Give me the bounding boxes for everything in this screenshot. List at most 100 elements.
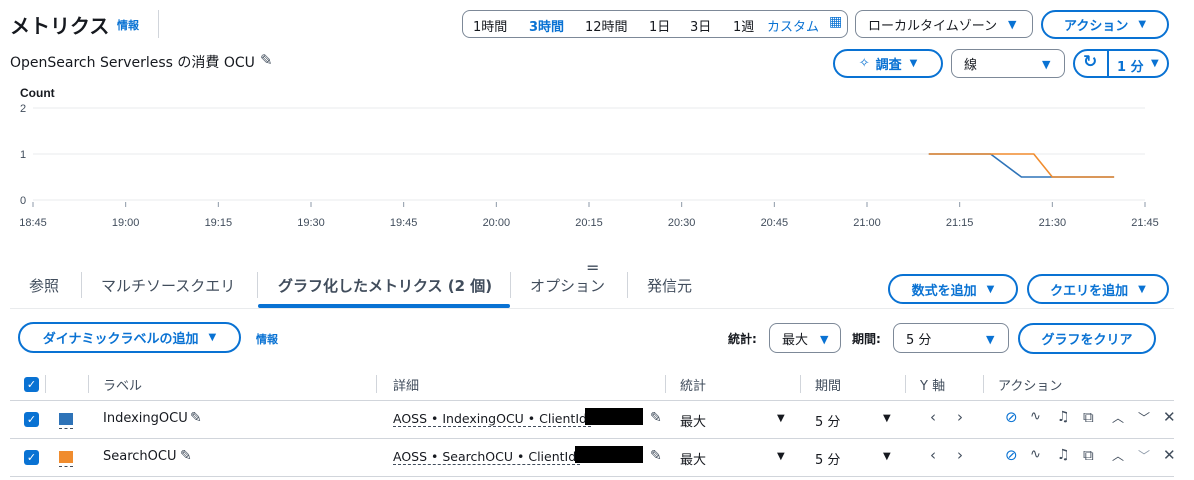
range-1h[interactable]: 1時間 xyxy=(473,16,507,35)
anomaly-icon[interactable]: ∿ xyxy=(1030,410,1041,423)
range-1d[interactable]: 1日 xyxy=(649,16,670,35)
edit-label-icon[interactable]: ✎ xyxy=(180,449,192,463)
row-period[interactable]: 5 分 xyxy=(815,411,840,430)
caret-down-icon[interactable]: ▼ xyxy=(883,451,891,462)
x-tick-label: 21:45 xyxy=(1131,217,1159,229)
select-all-checkbox[interactable]: ✓ xyxy=(24,377,39,392)
caret-down-icon: ▼ xyxy=(1138,19,1147,30)
add-math-label: 数式を追加 xyxy=(911,283,977,299)
clear-graph-button[interactable]: グラフをクリア xyxy=(1018,323,1156,354)
add-math-button[interactable]: 数式を追加 ▼ xyxy=(888,274,1018,304)
timezone-value: ローカルタイムゾーン xyxy=(868,18,998,34)
refresh-interval-value[interactable]: 1 分 xyxy=(1117,56,1144,75)
y-tick-label: 0 xyxy=(20,195,26,207)
row-checkbox[interactable]: ✓ xyxy=(24,450,39,465)
refresh-icon[interactable]: ↻ xyxy=(1083,52,1097,72)
resize-handle-icon[interactable]: = xyxy=(586,260,599,276)
chevron-left-icon[interactable]: ‹ xyxy=(930,410,936,425)
range-12h[interactable]: 12時間 xyxy=(585,16,628,35)
series-color-swatch[interactable] xyxy=(59,451,73,463)
edit-title-icon[interactable]: ✎ xyxy=(260,53,273,68)
page-title: メトリクス xyxy=(10,14,110,38)
y-axis-label: Count xyxy=(20,86,55,100)
column-divider xyxy=(45,375,46,393)
caret-down-icon[interactable]: ▼ xyxy=(883,413,891,424)
investigate-button[interactable]: ✧ 調査 ▼ xyxy=(833,49,943,78)
tab-browse[interactable]: 参照 xyxy=(29,275,59,296)
row-stat[interactable]: 最大 xyxy=(680,411,706,430)
title-divider xyxy=(158,10,159,38)
redacted-client-id xyxy=(585,408,643,425)
metrics-line-chart: Count 0 1 2 18:45 19:00 19:15 19:30 19:45 20:00 20… xyxy=(8,84,1168,252)
calendar-icon[interactable]: ▦ xyxy=(829,14,842,30)
bell-icon[interactable]: ♫ xyxy=(1057,448,1070,462)
close-icon[interactable]: ✕ xyxy=(1163,410,1176,425)
period-select[interactable]: 5 分 ▼ xyxy=(893,323,1009,353)
row-detail[interactable]: AOSS • IndexingOCU • ClientId: xyxy=(393,411,592,427)
chevron-down-icon[interactable]: ﹀ xyxy=(1138,450,1150,462)
header-info-link[interactable]: 情報 xyxy=(117,17,139,33)
x-tick-label: 20:15 xyxy=(575,217,603,229)
add-dynamic-label-button[interactable]: ダイナミックラベルの追加 ▼ xyxy=(18,322,241,353)
tab-graphed-metrics[interactable]: グラフ化したメトリクス (2 個) xyxy=(278,275,492,296)
col-header-details: 詳細 xyxy=(393,379,420,394)
chevron-right-icon[interactable]: › xyxy=(957,448,963,463)
timezone-select[interactable]: ローカルタイムゾーン ▼ xyxy=(855,10,1033,38)
range-3h[interactable]: 3時間 xyxy=(529,16,564,35)
copy-icon[interactable]: ⧉ xyxy=(1083,448,1094,463)
add-query-button[interactable]: クエリを追加 ▼ xyxy=(1027,274,1169,304)
toolbar-info-link[interactable]: 情報 xyxy=(256,331,278,347)
tab-options[interactable]: オプション xyxy=(530,275,605,296)
tab-divider xyxy=(81,272,82,298)
copy-icon[interactable]: ⧉ xyxy=(1083,410,1094,425)
x-tick-label: 21:30 xyxy=(1039,217,1067,229)
anomaly-icon[interactable]: ∿ xyxy=(1030,448,1041,461)
chevron-down-icon[interactable]: ﹀ xyxy=(1138,412,1150,424)
row-checkbox[interactable]: ✓ xyxy=(24,412,39,427)
x-tick-label: 19:45 xyxy=(390,217,418,229)
caret-down-icon[interactable]: ▼ xyxy=(777,413,785,424)
edit-math-icon[interactable]: ✎ xyxy=(650,449,662,463)
row-detail[interactable]: AOSS • SearchOCU • ClientId: xyxy=(393,449,581,465)
row-period[interactable]: 5 分 xyxy=(815,449,840,468)
stat-value: 最大 xyxy=(782,332,809,348)
header-row-border xyxy=(10,400,1174,401)
caret-down-icon[interactable]: ▼ xyxy=(777,451,785,462)
actions-button-label: アクション xyxy=(1063,19,1129,34)
redacted-client-id xyxy=(575,446,643,463)
chevron-up-icon[interactable]: ︿ xyxy=(1112,412,1124,424)
x-tick-label: 19:00 xyxy=(112,217,140,229)
edit-math-icon[interactable]: ✎ xyxy=(650,411,662,425)
range-1w[interactable]: 1週 xyxy=(733,16,754,35)
tab-source[interactable]: 発信元 xyxy=(647,275,692,296)
row-stat[interactable]: 最大 xyxy=(680,449,706,468)
close-icon[interactable]: ✕ xyxy=(1163,448,1176,463)
compass-icon[interactable]: ⊘ xyxy=(1005,448,1018,463)
chevron-right-icon[interactable]: › xyxy=(957,410,963,425)
caret-down-icon[interactable]: ▼ xyxy=(1151,58,1159,69)
x-tick-label: 21:00 xyxy=(853,217,881,229)
compass-icon[interactable]: ⊘ xyxy=(1005,410,1018,425)
tab-divider xyxy=(627,272,628,298)
row-border xyxy=(10,438,1174,439)
y-tick-label: 2 xyxy=(20,103,26,115)
row-label: IndexingOCU xyxy=(103,411,188,426)
sparkle-icon: ✧ xyxy=(858,56,870,71)
chevron-up-icon[interactable]: ︿ xyxy=(1112,450,1124,462)
chart-type-select[interactable]: 線 ▼ xyxy=(951,49,1065,78)
actions-button[interactable]: アクション ▼ xyxy=(1041,10,1169,39)
refresh-divider xyxy=(1107,51,1109,76)
column-divider xyxy=(800,375,801,393)
range-3d[interactable]: 3日 xyxy=(690,16,711,35)
edit-label-icon[interactable]: ✎ xyxy=(190,411,202,425)
caret-down-icon: ▼ xyxy=(820,333,829,346)
series-color-swatch[interactable] xyxy=(59,413,73,425)
x-tick-label: 19:30 xyxy=(297,217,325,229)
col-header-statistic: 統計 xyxy=(680,379,707,394)
graph-title: OpenSearch Serverless の消費 OCU xyxy=(10,55,255,71)
bell-icon[interactable]: ♫ xyxy=(1057,410,1070,424)
range-custom[interactable]: カスタム xyxy=(767,16,819,35)
chevron-left-icon[interactable]: ‹ xyxy=(930,448,936,463)
stat-select[interactable]: 最大 ▼ xyxy=(769,323,841,353)
tab-multi-source-query[interactable]: マルチソースクエリ xyxy=(101,275,235,296)
